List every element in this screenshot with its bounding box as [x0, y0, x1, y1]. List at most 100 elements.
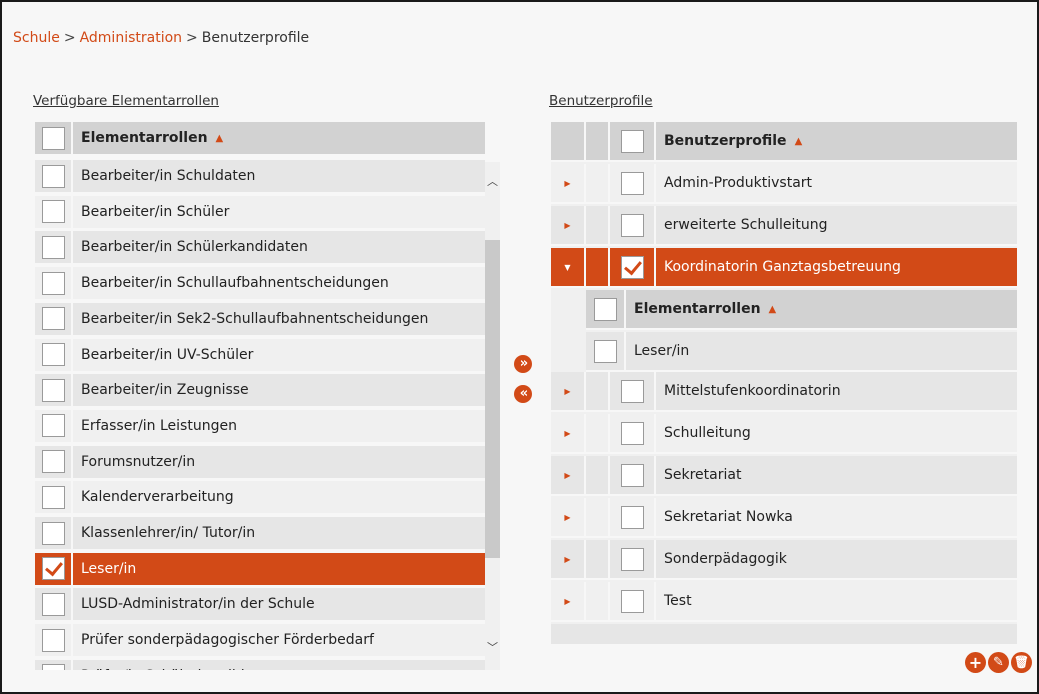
table-row[interactable]: ▶ Sonderpädagogik	[551, 540, 1017, 580]
triangle-right-icon[interactable]: ▶	[551, 414, 586, 452]
plus-circle-icon[interactable]: +	[965, 652, 986, 673]
row-checkbox[interactable]	[41, 414, 65, 438]
row-checkbox[interactable]	[620, 589, 644, 613]
left-list-scrollbar[interactable]: ︿ ﹀	[485, 162, 500, 670]
checkbox-cell	[610, 582, 656, 620]
row-checkbox[interactable]	[41, 271, 65, 295]
table-row[interactable]: ▶ Schulleitung	[551, 414, 1017, 454]
sort-ascending-icon[interactable]: ▲	[216, 133, 224, 144]
checkbox-cell	[35, 374, 73, 407]
row-checkbox[interactable]	[41, 164, 65, 188]
table-row-label: Koordinatorin Ganztagsbetreuung	[664, 259, 901, 275]
triangle-right-icon[interactable]: ▶	[551, 582, 586, 620]
checkbox-cell	[35, 195, 73, 228]
table-row[interactable]: ▶ Test	[551, 582, 1017, 622]
row-checkbox[interactable]	[620, 255, 644, 279]
list-item[interactable]: Prüfer sonderpädagogischer Förderbedarf	[35, 624, 485, 659]
table-header[interactable]: Benutzerprofile ▲	[551, 122, 1017, 162]
triangle-right-icon[interactable]: ▶	[551, 372, 586, 410]
spacer-cell	[586, 498, 610, 536]
column-header-benutzerprofile[interactable]: Benutzerprofile	[656, 133, 787, 149]
row-checkbox[interactable]	[41, 521, 65, 545]
select-all-checkbox[interactable]	[41, 126, 65, 150]
table-row-label: Sekretariat	[664, 467, 742, 483]
list-item[interactable]: Bearbeiter/in Sek2-Schullaufbahnentschei…	[35, 302, 485, 337]
list-item[interactable]: Bearbeiter/in Schüler	[35, 195, 485, 230]
triangle-right-icon[interactable]: ▶	[551, 540, 586, 578]
nested-select-all-checkbox[interactable]	[593, 297, 617, 321]
checkbox-cell	[35, 659, 73, 670]
triangle-right-icon[interactable]: ▶	[551, 206, 586, 244]
row-checkbox[interactable]	[41, 628, 65, 652]
row-checkbox[interactable]	[620, 463, 644, 487]
list-item[interactable]: Bearbeiter/in UV-Schüler	[35, 338, 485, 373]
triangle-down-icon[interactable]: ▼	[551, 248, 586, 286]
row-checkbox[interactable]	[620, 547, 644, 571]
row-checkbox[interactable]	[620, 421, 644, 445]
breadcrumb-link-administration[interactable]: Administration	[80, 30, 182, 46]
table-row[interactable]: ▼ Koordinatorin Ganztagsbetreuung	[551, 248, 1017, 288]
triangle-right-icon[interactable]: ▶	[551, 498, 586, 536]
row-checkbox[interactable]	[41, 200, 65, 224]
list-item-label: Bearbeiter/in Schülerkandidaten	[81, 239, 308, 256]
table-row[interactable]: ▶ erweiterte Schulleitung	[551, 206, 1017, 246]
list-item-label: Leser/in	[81, 560, 137, 577]
triangle-right-icon[interactable]: ▶	[551, 164, 586, 202]
row-checkbox[interactable]	[620, 213, 644, 237]
nested-row-checkbox[interactable]	[593, 339, 617, 363]
row-checkbox[interactable]	[41, 235, 65, 259]
list-header[interactable]: Elementarrollen ▲	[35, 122, 485, 156]
column-header-elementarrollen[interactable]: Elementarrollen	[73, 130, 208, 146]
list-item-label: Erfasser/in Leistungen	[81, 417, 237, 434]
table-row[interactable]: ▶ Sekretariat Nowka	[551, 498, 1017, 538]
row-checkbox[interactable]	[41, 592, 65, 616]
spacer-cell	[586, 414, 610, 452]
row-checkbox[interactable]	[620, 379, 644, 403]
list-item[interactable]: Bearbeiter/in Schülerkandidaten	[35, 231, 485, 266]
list-item[interactable]: Bearbeiter/in Zeugnisse	[35, 374, 485, 409]
trash-circle-icon[interactable]: 🗑	[1011, 652, 1032, 673]
table-row[interactable]: ▶ Admin-Produktivstart	[551, 164, 1017, 204]
pencil-circle-icon[interactable]: ✎	[988, 652, 1009, 673]
list-item[interactable]: Prüfer/in Schülerkandidaten	[35, 659, 485, 670]
row-checkbox[interactable]	[41, 307, 65, 331]
checkbox-cell	[35, 338, 73, 371]
double-chevron-right-icon[interactable]: »	[514, 355, 532, 373]
scroll-down-icon[interactable]: ﹀	[487, 642, 498, 653]
list-item[interactable]: Erfasser/in Leistungen	[35, 409, 485, 444]
sort-ascending-icon[interactable]: ▲	[769, 304, 777, 315]
select-all-checkbox[interactable]	[620, 129, 644, 153]
breadcrumb-link-schule[interactable]: Schule	[13, 30, 60, 46]
benutzerprofile-table: Benutzerprofile ▲ ▶ Admin-Produktivstart ▶…	[551, 122, 1017, 644]
list-item[interactable]: Kalenderverarbeitung	[35, 481, 485, 516]
row-checkbox[interactable]	[41, 664, 65, 670]
list-item[interactable]: Bearbeiter/in Schullaufbahnentscheidunge…	[35, 267, 485, 302]
table-row[interactable]: ▶ Mittelstufenkoordinatorin	[551, 372, 1017, 412]
row-checkbox[interactable]	[41, 343, 65, 366]
checkbox-cell	[610, 414, 656, 452]
list-item[interactable]: Klassenlehrer/in/ Tutor/in	[35, 517, 485, 551]
double-chevron-left-icon[interactable]: «	[514, 385, 532, 403]
table-row[interactable]: ▶ Sekretariat	[551, 456, 1017, 496]
row-checkbox[interactable]	[620, 505, 644, 529]
list-item[interactable]: Bearbeiter/in Schuldaten	[35, 160, 485, 194]
row-checkbox[interactable]	[620, 171, 644, 195]
row-checkbox[interactable]	[41, 378, 65, 402]
list-item[interactable]: Leser/in	[35, 552, 485, 587]
list-item[interactable]: Forumsnutzer/in	[35, 445, 485, 480]
scrollbar-thumb[interactable]	[485, 240, 500, 558]
nested-column-header-elementarrollen[interactable]: Elementarrollen	[626, 301, 761, 317]
sort-ascending-icon[interactable]: ▲	[795, 136, 803, 147]
table-row-label: Test	[664, 593, 692, 609]
table-row-label: Sonderpädagogik	[664, 551, 787, 567]
nested-table-header[interactable]: Elementarrollen ▲	[586, 290, 1017, 330]
row-checkbox[interactable]	[41, 557, 65, 581]
scroll-up-icon[interactable]: ︿	[487, 176, 498, 187]
triangle-right-icon[interactable]: ▶	[551, 456, 586, 494]
checkbox-cell	[35, 302, 73, 335]
row-checkbox[interactable]	[41, 485, 65, 509]
row-checkbox[interactable]	[41, 450, 65, 474]
table-row-label: Schulleitung	[664, 425, 751, 441]
nested-table-row[interactable]: Leser/in	[586, 332, 1017, 372]
list-item[interactable]: LUSD-Administrator/in der Schule	[35, 588, 485, 623]
